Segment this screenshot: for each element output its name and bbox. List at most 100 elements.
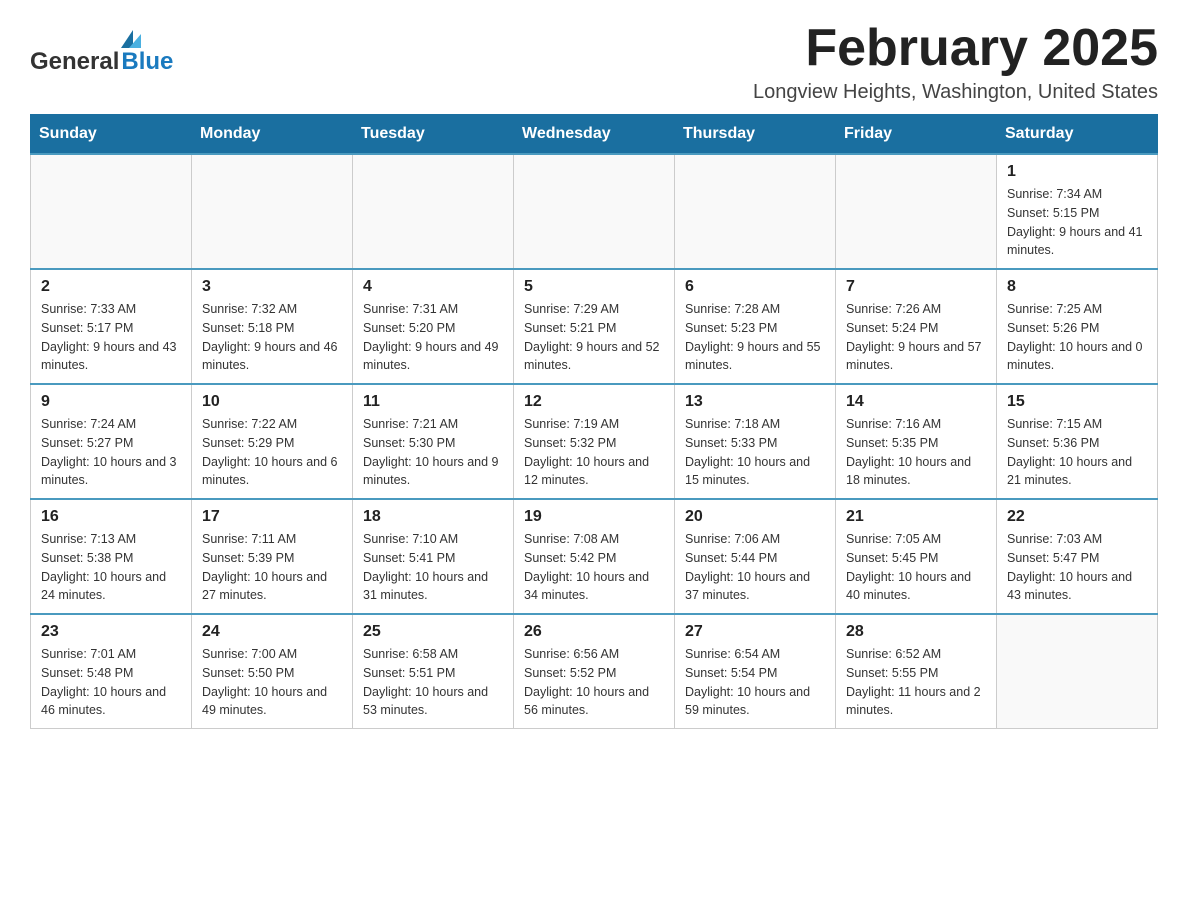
- calendar-week-4: 16 Sunrise: 7:13 AMSunset: 5:38 PMDayligh…: [31, 499, 1158, 614]
- calendar-cell: 27 Sunrise: 6:54 AMSunset: 5:54 PMDayligh…: [675, 614, 836, 729]
- day-number: 2: [41, 278, 181, 296]
- page-header: General Blue February 2025 Longview Heig…: [30, 20, 1158, 104]
- calendar-header-thursday: Thursday: [675, 115, 836, 155]
- calendar-cell: 7 Sunrise: 7:26 AMSunset: 5:24 PMDaylight…: [836, 269, 997, 384]
- day-info: Sunrise: 7:32 AMSunset: 5:18 PMDaylight:…: [202, 300, 342, 375]
- day-info: Sunrise: 7:34 AMSunset: 5:15 PMDaylight:…: [1007, 185, 1147, 260]
- day-info: Sunrise: 7:16 AMSunset: 5:35 PMDaylight:…: [846, 415, 986, 490]
- month-title: February 2025: [753, 20, 1158, 77]
- calendar-cell: 12 Sunrise: 7:19 AMSunset: 5:32 PMDayligh…: [514, 384, 675, 499]
- calendar-cell: [192, 154, 353, 269]
- day-number: 5: [524, 278, 664, 296]
- calendar-week-5: 23 Sunrise: 7:01 AMSunset: 5:48 PMDayligh…: [31, 614, 1158, 729]
- calendar-table: SundayMondayTuesdayWednesdayThursdayFrid…: [30, 114, 1158, 729]
- calendar-cell: 17 Sunrise: 7:11 AMSunset: 5:39 PMDayligh…: [192, 499, 353, 614]
- day-info: Sunrise: 7:19 AMSunset: 5:32 PMDaylight:…: [524, 415, 664, 490]
- calendar-cell: 23 Sunrise: 7:01 AMSunset: 5:48 PMDayligh…: [31, 614, 192, 729]
- logo-general-text: General: [30, 48, 119, 76]
- calendar-header-tuesday: Tuesday: [353, 115, 514, 155]
- day-number: 7: [846, 278, 986, 296]
- day-number: 17: [202, 508, 342, 526]
- location-title: Longview Heights, Washington, United Sta…: [753, 81, 1158, 104]
- calendar-cell: 25 Sunrise: 6:58 AMSunset: 5:51 PMDayligh…: [353, 614, 514, 729]
- day-number: 18: [363, 508, 503, 526]
- calendar-cell: 14 Sunrise: 7:16 AMSunset: 5:35 PMDayligh…: [836, 384, 997, 499]
- day-number: 6: [685, 278, 825, 296]
- day-number: 14: [846, 393, 986, 411]
- logo-blue-section: Blue: [121, 30, 173, 76]
- day-info: Sunrise: 7:21 AMSunset: 5:30 PMDaylight:…: [363, 415, 503, 490]
- calendar-cell: 1 Sunrise: 7:34 AMSunset: 5:15 PMDaylight…: [997, 154, 1158, 269]
- day-info: Sunrise: 7:33 AMSunset: 5:17 PMDaylight:…: [41, 300, 181, 375]
- day-info: Sunrise: 7:18 AMSunset: 5:33 PMDaylight:…: [685, 415, 825, 490]
- calendar-cell: 22Sunrise: 7:03 AMSunset: 5:47 PMDayligh…: [997, 499, 1158, 614]
- calendar-cell: 13Sunrise: 7:18 AMSunset: 5:33 PMDayligh…: [675, 384, 836, 499]
- day-number: 8: [1007, 278, 1147, 296]
- day-info: Sunrise: 7:01 AMSunset: 5:48 PMDaylight:…: [41, 645, 181, 720]
- day-number: 16: [41, 508, 181, 526]
- calendar-cell: 18 Sunrise: 7:10 AMSunset: 5:41 PMDayligh…: [353, 499, 514, 614]
- day-info: Sunrise: 7:13 AMSunset: 5:38 PMDaylight:…: [41, 530, 181, 605]
- logo-triangle-light: [129, 34, 141, 48]
- calendar-cell: [675, 154, 836, 269]
- day-number: 26: [524, 623, 664, 641]
- day-number: 20: [685, 508, 825, 526]
- calendar-cell: 3 Sunrise: 7:32 AMSunset: 5:18 PMDaylight…: [192, 269, 353, 384]
- calendar-cell: 16 Sunrise: 7:13 AMSunset: 5:38 PMDayligh…: [31, 499, 192, 614]
- calendar-cell: [997, 614, 1158, 729]
- day-info: Sunrise: 7:28 AMSunset: 5:23 PMDaylight:…: [685, 300, 825, 375]
- calendar-header-friday: Friday: [836, 115, 997, 155]
- day-info: Sunrise: 7:24 AMSunset: 5:27 PMDaylight:…: [41, 415, 181, 490]
- calendar-cell: 26Sunrise: 6:56 AMSunset: 5:52 PMDayligh…: [514, 614, 675, 729]
- day-info: Sunrise: 6:54 AMSunset: 5:54 PMDaylight:…: [685, 645, 825, 720]
- day-info: Sunrise: 7:08 AMSunset: 5:42 PMDaylight:…: [524, 530, 664, 605]
- day-number: 21: [846, 508, 986, 526]
- calendar-cell: 9 Sunrise: 7:24 AMSunset: 5:27 PMDaylight…: [31, 384, 192, 499]
- calendar-week-3: 9 Sunrise: 7:24 AMSunset: 5:27 PMDaylight…: [31, 384, 1158, 499]
- calendar-header-sunday: Sunday: [31, 115, 192, 155]
- calendar-header-wednesday: Wednesday: [514, 115, 675, 155]
- day-number: 15: [1007, 393, 1147, 411]
- day-number: 22: [1007, 508, 1147, 526]
- day-number: 9: [41, 393, 181, 411]
- day-info: Sunrise: 7:26 AMSunset: 5:24 PMDaylight:…: [846, 300, 986, 375]
- day-number: 12: [524, 393, 664, 411]
- calendar-cell: 6 Sunrise: 7:28 AMSunset: 5:23 PMDaylight…: [675, 269, 836, 384]
- day-info: Sunrise: 7:22 AMSunset: 5:29 PMDaylight:…: [202, 415, 342, 490]
- day-number: 1: [1007, 163, 1147, 181]
- day-number: 24: [202, 623, 342, 641]
- calendar-cell: 10Sunrise: 7:22 AMSunset: 5:29 PMDayligh…: [192, 384, 353, 499]
- day-info: Sunrise: 7:06 AMSunset: 5:44 PMDaylight:…: [685, 530, 825, 605]
- day-number: 19: [524, 508, 664, 526]
- calendar-header-saturday: Saturday: [997, 115, 1158, 155]
- logo: General Blue: [30, 20, 173, 76]
- day-number: 27: [685, 623, 825, 641]
- day-info: Sunrise: 7:10 AMSunset: 5:41 PMDaylight:…: [363, 530, 503, 605]
- day-info: Sunrise: 6:52 AMSunset: 5:55 PMDaylight:…: [846, 645, 986, 720]
- calendar-cell: 5 Sunrise: 7:29 AMSunset: 5:21 PMDaylight…: [514, 269, 675, 384]
- day-number: 3: [202, 278, 342, 296]
- day-info: Sunrise: 6:58 AMSunset: 5:51 PMDaylight:…: [363, 645, 503, 720]
- calendar-week-1: 1 Sunrise: 7:34 AMSunset: 5:15 PMDaylight…: [31, 154, 1158, 269]
- day-info: Sunrise: 7:29 AMSunset: 5:21 PMDaylight:…: [524, 300, 664, 375]
- calendar-cell: 28 Sunrise: 6:52 AMSunset: 5:55 PMDayligh…: [836, 614, 997, 729]
- calendar-cell: 21 Sunrise: 7:05 AMSunset: 5:45 PMDayligh…: [836, 499, 997, 614]
- day-number: 23: [41, 623, 181, 641]
- calendar-header-row: SundayMondayTuesdayWednesdayThursdayFrid…: [31, 115, 1158, 155]
- calendar-week-2: 2 Sunrise: 7:33 AMSunset: 5:17 PMDaylight…: [31, 269, 1158, 384]
- calendar-cell: [31, 154, 192, 269]
- day-info: Sunrise: 7:15 AMSunset: 5:36 PMDaylight:…: [1007, 415, 1147, 490]
- calendar-cell: 24Sunrise: 7:00 AMSunset: 5:50 PMDayligh…: [192, 614, 353, 729]
- logo-triangles: [121, 30, 141, 48]
- calendar-cell: 4Sunrise: 7:31 AMSunset: 5:20 PMDaylight…: [353, 269, 514, 384]
- calendar-cell: 19 Sunrise: 7:08 AMSunset: 5:42 PMDayligh…: [514, 499, 675, 614]
- day-info: Sunrise: 7:31 AMSunset: 5:20 PMDaylight:…: [363, 300, 503, 375]
- logo-blue-text: Blue: [121, 48, 173, 76]
- calendar-cell: 20 Sunrise: 7:06 AMSunset: 5:44 PMDayligh…: [675, 499, 836, 614]
- day-number: 28: [846, 623, 986, 641]
- day-info: Sunrise: 7:11 AMSunset: 5:39 PMDaylight:…: [202, 530, 342, 605]
- day-info: Sunrise: 7:05 AMSunset: 5:45 PMDaylight:…: [846, 530, 986, 605]
- calendar-cell: 8 Sunrise: 7:25 AMSunset: 5:26 PMDaylight…: [997, 269, 1158, 384]
- day-number: 25: [363, 623, 503, 641]
- day-info: Sunrise: 7:25 AMSunset: 5:26 PMDaylight:…: [1007, 300, 1147, 375]
